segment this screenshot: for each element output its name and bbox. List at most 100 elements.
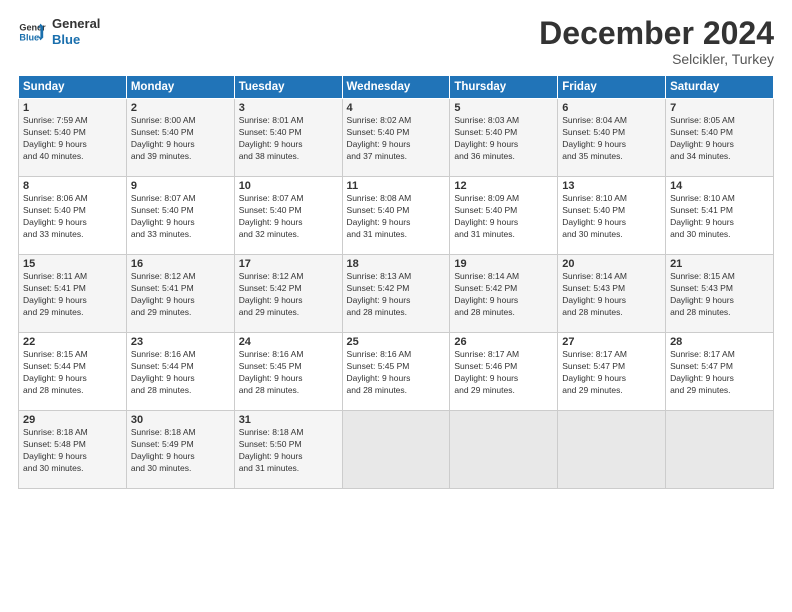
table-row: 23Sunrise: 8:16 AMSunset: 5:44 PMDayligh… [126,333,234,411]
cell-info: Daylight: 9 hours [131,451,230,463]
cell-info: Sunrise: 8:15 AM [670,271,769,283]
cell-info: Sunrise: 8:04 AM [562,115,661,127]
cell-info: and 34 minutes. [670,151,769,163]
cell-info: Sunset: 5:45 PM [239,361,338,373]
cell-info: Daylight: 9 hours [454,139,553,151]
calendar-week-4: 22Sunrise: 8:15 AMSunset: 5:44 PMDayligh… [19,333,774,411]
day-number: 9 [131,180,230,192]
page: General Blue General Blue December 2024 … [0,0,792,612]
cell-info: Sunset: 5:50 PM [239,439,338,451]
cell-info: and 29 minutes. [23,307,122,319]
location-subtitle: Selcikler, Turkey [539,51,774,67]
calendar-week-2: 8Sunrise: 8:06 AMSunset: 5:40 PMDaylight… [19,177,774,255]
day-number: 29 [23,414,122,426]
cell-info: Sunrise: 8:10 AM [562,193,661,205]
cell-info: Sunrise: 7:59 AM [23,115,122,127]
cell-info: and 28 minutes. [562,307,661,319]
calendar-week-1: 1Sunrise: 7:59 AMSunset: 5:40 PMDaylight… [19,99,774,177]
cell-info: Sunrise: 8:17 AM [454,349,553,361]
table-row: 17Sunrise: 8:12 AMSunset: 5:42 PMDayligh… [234,255,342,333]
cell-info: Sunset: 5:40 PM [562,127,661,139]
cell-info: Sunset: 5:45 PM [347,361,446,373]
cell-info: and 37 minutes. [347,151,446,163]
cell-info: Sunset: 5:42 PM [347,283,446,295]
day-number: 31 [239,414,338,426]
cell-info: Sunrise: 8:17 AM [562,349,661,361]
cell-info: Daylight: 9 hours [347,373,446,385]
day-number: 6 [562,102,661,114]
cell-info: and 33 minutes. [23,229,122,241]
col-wednesday: Wednesday [342,76,450,99]
table-row: 20Sunrise: 8:14 AMSunset: 5:43 PMDayligh… [558,255,666,333]
table-row: 6Sunrise: 8:04 AMSunset: 5:40 PMDaylight… [558,99,666,177]
cell-info: and 33 minutes. [131,229,230,241]
cell-info: Daylight: 9 hours [562,373,661,385]
cell-info: Sunset: 5:43 PM [562,283,661,295]
cell-info: Sunrise: 8:15 AM [23,349,122,361]
cell-info: Daylight: 9 hours [23,217,122,229]
cell-info: Sunrise: 8:08 AM [347,193,446,205]
cell-info: Daylight: 9 hours [347,139,446,151]
day-number: 13 [562,180,661,192]
col-saturday: Saturday [666,76,774,99]
day-number: 26 [454,336,553,348]
cell-info: and 31 minutes. [347,229,446,241]
cell-info: Sunset: 5:40 PM [347,127,446,139]
col-monday: Monday [126,76,234,99]
table-row: 11Sunrise: 8:08 AMSunset: 5:40 PMDayligh… [342,177,450,255]
day-number: 7 [670,102,769,114]
cell-info: Sunset: 5:40 PM [23,127,122,139]
cell-info: Sunset: 5:40 PM [131,205,230,217]
cell-info: Sunset: 5:44 PM [23,361,122,373]
cell-info: Daylight: 9 hours [131,373,230,385]
col-tuesday: Tuesday [234,76,342,99]
cell-info: Sunset: 5:40 PM [562,205,661,217]
table-row: 30Sunrise: 8:18 AMSunset: 5:49 PMDayligh… [126,411,234,489]
cell-info: and 35 minutes. [562,151,661,163]
day-number: 16 [131,258,230,270]
cell-info: Daylight: 9 hours [131,295,230,307]
cell-info: Sunset: 5:41 PM [23,283,122,295]
logo-line2: Blue [52,32,100,48]
table-row: 12Sunrise: 8:09 AMSunset: 5:40 PMDayligh… [450,177,558,255]
table-row: 10Sunrise: 8:07 AMSunset: 5:40 PMDayligh… [234,177,342,255]
cell-info: and 28 minutes. [239,385,338,397]
cell-info: Daylight: 9 hours [670,217,769,229]
cell-info: Sunset: 5:40 PM [347,205,446,217]
cell-info: Sunset: 5:40 PM [239,205,338,217]
cell-info: Daylight: 9 hours [23,139,122,151]
cell-info: Daylight: 9 hours [670,295,769,307]
table-row: 27Sunrise: 8:17 AMSunset: 5:47 PMDayligh… [558,333,666,411]
cell-info: and 39 minutes. [131,151,230,163]
cell-info: Sunrise: 8:09 AM [454,193,553,205]
cell-info: Sunrise: 8:02 AM [347,115,446,127]
cell-info: Sunrise: 8:17 AM [670,349,769,361]
cell-info: Daylight: 9 hours [239,217,338,229]
cell-info: and 36 minutes. [454,151,553,163]
cell-info: Daylight: 9 hours [239,373,338,385]
cell-info: and 40 minutes. [23,151,122,163]
table-row: 31Sunrise: 8:18 AMSunset: 5:50 PMDayligh… [234,411,342,489]
cell-info: Sunrise: 8:05 AM [670,115,769,127]
day-number: 1 [23,102,122,114]
cell-info: Sunrise: 8:07 AM [239,193,338,205]
table-row: 26Sunrise: 8:17 AMSunset: 5:46 PMDayligh… [450,333,558,411]
cell-info: Daylight: 9 hours [239,451,338,463]
table-row: 8Sunrise: 8:06 AMSunset: 5:40 PMDaylight… [19,177,127,255]
calendar-week-3: 15Sunrise: 8:11 AMSunset: 5:41 PMDayligh… [19,255,774,333]
cell-info: and 28 minutes. [454,307,553,319]
day-number: 27 [562,336,661,348]
day-number: 30 [131,414,230,426]
cell-info: Sunset: 5:42 PM [454,283,553,295]
cell-info: Daylight: 9 hours [562,295,661,307]
cell-info: and 29 minutes. [239,307,338,319]
cell-info: Sunset: 5:47 PM [670,361,769,373]
svg-text:Blue: Blue [19,32,39,42]
table-row: 13Sunrise: 8:10 AMSunset: 5:40 PMDayligh… [558,177,666,255]
cell-info: Sunrise: 8:12 AM [131,271,230,283]
cell-info: Sunset: 5:42 PM [239,283,338,295]
cell-info: Sunrise: 8:16 AM [239,349,338,361]
cell-info: Daylight: 9 hours [670,373,769,385]
table-row: 14Sunrise: 8:10 AMSunset: 5:41 PMDayligh… [666,177,774,255]
col-sunday: Sunday [19,76,127,99]
